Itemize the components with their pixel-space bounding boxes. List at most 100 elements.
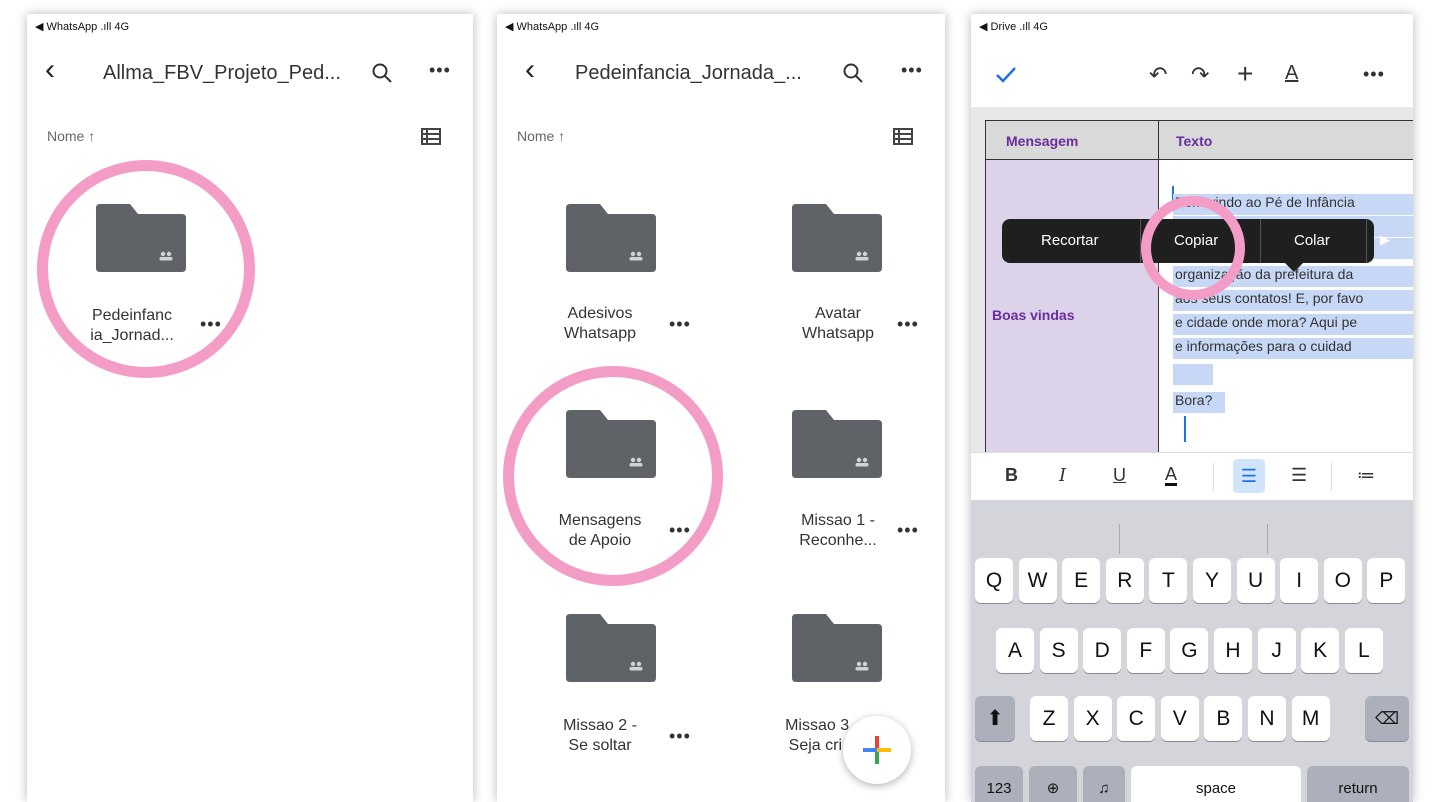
- paste-menu-item[interactable]: Colar: [1294, 232, 1330, 249]
- key-m[interactable]: M: [1291, 696, 1330, 741]
- key-u[interactable]: U: [1236, 558, 1275, 603]
- sort-by-name[interactable]: Nome ↑: [47, 128, 95, 144]
- document-page: Mensagem Texto Boas vindas Bem-vindo ao …: [985, 120, 1413, 452]
- key-d[interactable]: D: [1083, 628, 1122, 673]
- folder-more-icon[interactable]: •••: [669, 520, 691, 541]
- copy-menu-item[interactable]: Copiar: [1174, 232, 1218, 249]
- microphone-key[interactable]: ♫: [1083, 766, 1125, 802]
- done-check-icon[interactable]: [995, 66, 1017, 84]
- folder-title: Pedeinfancia_Jornada_...: [575, 62, 802, 84]
- back-button[interactable]: ‹: [525, 55, 535, 85]
- selected-text-line[interactable]: Bora?: [1173, 392, 1225, 413]
- selected-text-line[interactable]: [1173, 364, 1213, 385]
- shared-folder-icon[interactable]: [96, 204, 186, 272]
- more-options-icon[interactable]: •••: [429, 60, 451, 81]
- key-p[interactable]: P: [1367, 558, 1406, 603]
- key-n[interactable]: N: [1248, 696, 1286, 741]
- key-s[interactable]: S: [1039, 628, 1078, 673]
- folder-name[interactable]: Pedeinfanc ia_Jornad...: [77, 306, 187, 346]
- new-item-button[interactable]: [843, 716, 911, 784]
- status-bar: ◀ Drive .ıll 4G: [979, 21, 1048, 33]
- row-label: Boas vindas: [992, 307, 1075, 323]
- key-c[interactable]: C: [1117, 696, 1156, 741]
- selected-text-line[interactable]: Bem-vindo ao Pé de Infância: [1173, 194, 1413, 215]
- docs-editor-screen: ◀ Drive .ıll 4G ↶ ↷ + A ••• Mensagem Tex…: [971, 14, 1413, 802]
- folder-name[interactable]: Mensagens de Apoio: [545, 511, 655, 551]
- folder-name[interactable]: Avatar Whatsapp: [783, 304, 893, 344]
- key-z[interactable]: Z: [1030, 696, 1068, 741]
- align-center-icon[interactable]: ☰: [1291, 465, 1307, 486]
- shared-folder-icon[interactable]: [566, 410, 656, 478]
- selected-text-line[interactable]: aos seus contatos! E, por favo: [1173, 290, 1413, 311]
- folder-more-icon[interactable]: •••: [200, 314, 222, 335]
- selection-handle[interactable]: [1184, 416, 1186, 442]
- context-menu: Recortar Copiar Colar ▶: [1002, 219, 1390, 272]
- key-f[interactable]: F: [1126, 628, 1165, 673]
- key-y[interactable]: Y: [1193, 558, 1231, 603]
- key-r[interactable]: R: [1105, 558, 1144, 603]
- shared-folder-icon[interactable]: [566, 614, 656, 682]
- return-key[interactable]: return: [1307, 766, 1409, 802]
- more-arrow-icon[interactable]: ▶: [1380, 232, 1390, 248]
- shift-key[interactable]: ⬆: [975, 696, 1015, 741]
- shared-folder-icon[interactable]: [792, 410, 882, 478]
- text-format-icon[interactable]: A: [1285, 62, 1298, 85]
- search-icon[interactable]: [371, 62, 393, 84]
- redo-icon[interactable]: ↷: [1191, 62, 1209, 88]
- column-header: Mensagem: [1006, 133, 1079, 149]
- key-g[interactable]: G: [1170, 628, 1209, 673]
- shared-folder-icon[interactable]: [792, 614, 882, 682]
- folder-more-icon[interactable]: •••: [897, 520, 919, 541]
- bold-icon[interactable]: B: [1005, 465, 1018, 486]
- folder-name[interactable]: Missao 1 - Reconhe...: [783, 511, 893, 551]
- undo-icon[interactable]: ↶: [1149, 62, 1167, 88]
- key-h[interactable]: H: [1214, 628, 1252, 673]
- key-i[interactable]: I: [1280, 558, 1319, 603]
- text-color-icon[interactable]: A: [1165, 465, 1178, 486]
- key-k[interactable]: K: [1301, 628, 1340, 673]
- align-left-icon[interactable]: ☰: [1233, 459, 1265, 493]
- folder-more-icon[interactable]: •••: [897, 314, 919, 335]
- column-header: Texto: [1176, 133, 1213, 149]
- key-l[interactable]: L: [1344, 628, 1383, 673]
- drive-folder-screen-1: ◀ WhatsApp .ıll 4G ‹ Allma_FBV_Projeto_P…: [27, 14, 473, 802]
- folder-name[interactable]: Adesivos Whatsapp: [545, 304, 655, 344]
- selected-text-line[interactable]: e informações para o cuidad: [1173, 338, 1413, 359]
- key-t[interactable]: T: [1149, 558, 1188, 603]
- key-x[interactable]: X: [1073, 696, 1112, 741]
- key-j[interactable]: J: [1257, 628, 1296, 673]
- bulleted-list-icon[interactable]: ≔: [1357, 465, 1375, 486]
- key-o[interactable]: O: [1323, 558, 1362, 603]
- key-a[interactable]: A: [996, 628, 1034, 673]
- space-key[interactable]: space: [1131, 766, 1301, 802]
- key-v[interactable]: V: [1160, 696, 1199, 741]
- key-b[interactable]: B: [1204, 696, 1243, 741]
- shared-folder-icon[interactable]: [792, 204, 882, 272]
- key-w[interactable]: W: [1018, 558, 1057, 603]
- search-icon[interactable]: [842, 62, 864, 84]
- plus-icon: [863, 736, 891, 764]
- more-options-icon[interactable]: •••: [901, 60, 923, 81]
- delete-key[interactable]: ⌫: [1365, 696, 1409, 741]
- status-bar: ◀ WhatsApp .ıll 4G: [505, 21, 600, 33]
- cut-menu-item[interactable]: Recortar: [1041, 232, 1099, 249]
- key-q[interactable]: Q: [975, 558, 1013, 603]
- folder-name[interactable]: Missao 2 - Se soltar: [545, 716, 655, 756]
- underline-icon[interactable]: U: [1113, 465, 1126, 486]
- globe-key[interactable]: ⊕: [1029, 766, 1077, 802]
- format-toolbar: B I U A ☰ ☰ ≔: [971, 452, 1413, 500]
- back-button[interactable]: ‹: [45, 55, 55, 85]
- folder-more-icon[interactable]: •••: [669, 726, 691, 747]
- numbers-key[interactable]: 123: [975, 766, 1023, 802]
- document-canvas[interactable]: Mensagem Texto Boas vindas Bem-vindo ao …: [971, 107, 1413, 452]
- shared-folder-icon[interactable]: [566, 204, 656, 272]
- folder-more-icon[interactable]: •••: [669, 314, 691, 335]
- sort-by-name[interactable]: Nome ↑: [517, 128, 565, 144]
- key-e[interactable]: E: [1062, 558, 1101, 603]
- insert-plus-icon[interactable]: +: [1237, 58, 1253, 90]
- list-view-icon[interactable]: [421, 128, 441, 145]
- list-view-icon[interactable]: [893, 128, 913, 145]
- more-options-icon[interactable]: •••: [1363, 64, 1385, 85]
- selected-text-line[interactable]: e cidade onde mora? Aqui pe: [1173, 314, 1413, 335]
- italic-icon[interactable]: I: [1059, 465, 1066, 486]
